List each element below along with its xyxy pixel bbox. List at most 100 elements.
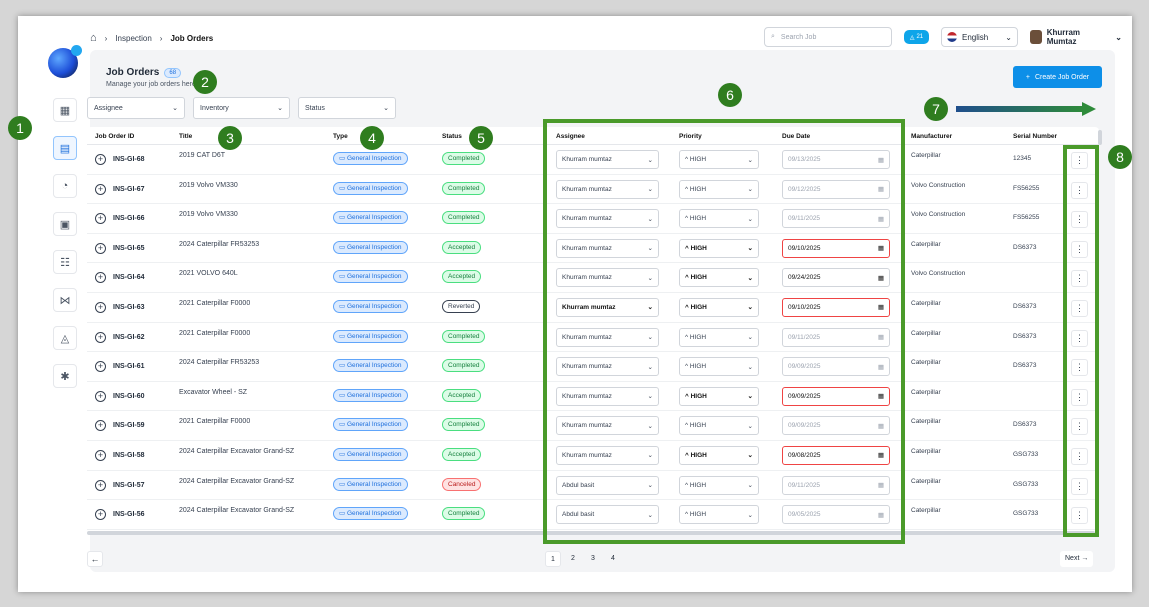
more-actions-icon[interactable]: ⋮: [1071, 270, 1088, 288]
job-order-id[interactable]: INS-GI-64: [113, 274, 145, 281]
table-row[interactable]: + INS-GI-67 2019 Volvo VM330 ▭ General I…: [87, 175, 1099, 205]
workflow-icon[interactable]: ⋈: [53, 288, 77, 312]
due-date-input[interactable]: 09/12/2025 ▦: [782, 179, 890, 199]
dashboard-icon[interactable]: ▦: [53, 98, 77, 122]
job-order-id[interactable]: INS-GI-63: [113, 304, 145, 311]
page-number[interactable]: 4: [605, 551, 621, 567]
expand-row-icon[interactable]: +: [95, 331, 106, 343]
assignee-select[interactable]: Khurram mumtaz ⌄: [556, 297, 659, 317]
assignee-select[interactable]: Khurram mumtaz ⌄: [556, 386, 659, 406]
priority-select[interactable]: ^ HIGH ⌄: [679, 268, 759, 288]
table-row[interactable]: + INS-GI-66 2019 Volvo VM330 ▭ General I…: [87, 204, 1099, 234]
bell-icon[interactable]: ◬: [53, 326, 77, 350]
col-manufacturer[interactable]: Manufacturer: [911, 133, 952, 140]
priority-select[interactable]: ^ HIGH ⌄: [679, 505, 759, 525]
search-input[interactable]: ⌕ Search Job: [764, 27, 892, 47]
more-actions-icon[interactable]: ⋮: [1071, 388, 1088, 406]
job-order-id[interactable]: INS-GI-59: [113, 422, 145, 429]
col-due-date[interactable]: Due Date: [782, 133, 810, 140]
page-number[interactable]: 1: [545, 551, 561, 567]
notification-button[interactable]: ◬ 21: [904, 30, 929, 44]
more-actions-icon[interactable]: ⋮: [1071, 152, 1088, 169]
priority-select[interactable]: ^ HIGH ⌄: [679, 150, 759, 169]
more-actions-icon[interactable]: ⋮: [1071, 299, 1088, 317]
expand-row-icon[interactable]: +: [95, 154, 106, 165]
user-menu[interactable]: Khurram Mumtaz ⌄: [1030, 27, 1122, 47]
expand-row-icon[interactable]: +: [95, 390, 106, 402]
assignee-select[interactable]: Khurram mumtaz ⌄: [556, 150, 659, 169]
priority-select[interactable]: ^ HIGH ⌄: [679, 386, 759, 406]
assignee-select[interactable]: Khurram mumtaz ⌄: [556, 327, 659, 347]
settings-icon[interactable]: ✱: [53, 364, 77, 388]
table-row[interactable]: + INS-GI-60 Excavator Wheel - SZ ▭ Gener…: [87, 382, 1099, 412]
priority-select[interactable]: ^ HIGH ⌄: [679, 445, 759, 465]
job-order-id[interactable]: INS-GI-61: [113, 363, 145, 370]
due-date-input[interactable]: 09/09/2025 ▦: [782, 416, 890, 436]
job-orders-icon[interactable]: ▤: [53, 136, 77, 160]
assignee-select[interactable]: Khurram mumtaz ⌄: [556, 209, 659, 229]
table-row[interactable]: + INS-GI-63 2021 Caterpillar F0000 ▭ Gen…: [87, 293, 1099, 323]
expand-row-icon[interactable]: +: [95, 479, 106, 491]
priority-select[interactable]: ^ HIGH ⌄: [679, 179, 759, 199]
due-date-input[interactable]: 09/13/2025 ▦: [782, 150, 890, 169]
hierarchy-icon[interactable]: ☷: [53, 250, 77, 274]
table-row[interactable]: + INS-GI-61 2024 Caterpillar FR53253 ▭ G…: [87, 352, 1099, 382]
horizontal-scrollbar[interactable]: [87, 531, 1095, 535]
more-actions-icon[interactable]: ⋮: [1071, 418, 1088, 436]
priority-select[interactable]: ^ HIGH ⌄: [679, 327, 759, 347]
vertical-scrollbar[interactable]: [1098, 130, 1102, 145]
page-number[interactable]: 2: [565, 551, 581, 567]
assignee-select[interactable]: Khurram mumtaz ⌄: [556, 357, 659, 377]
more-actions-icon[interactable]: ⋮: [1071, 507, 1088, 525]
job-order-id[interactable]: INS-GI-60: [113, 393, 145, 400]
col-assignee[interactable]: Assignee: [556, 133, 585, 140]
expand-row-icon[interactable]: +: [95, 449, 106, 461]
assignee-select[interactable]: Abdul basit ⌄: [556, 475, 659, 495]
table-row[interactable]: + INS-GI-62 2021 Caterpillar F0000 ▭ Gen…: [87, 323, 1099, 353]
breadcrumb-inspection[interactable]: Inspection: [115, 34, 151, 43]
more-actions-icon[interactable]: ⋮: [1071, 447, 1088, 465]
col-type[interactable]: Type: [333, 133, 348, 140]
table-row[interactable]: + INS-GI-68 2019 CAT D6T ▭ General Inspe…: [87, 145, 1099, 175]
more-actions-icon[interactable]: ⋮: [1071, 477, 1088, 495]
expand-row-icon[interactable]: +: [95, 301, 106, 313]
due-date-input[interactable]: 09/10/2025 ▦: [782, 297, 890, 317]
col-priority[interactable]: Priority: [679, 133, 702, 140]
due-date-input[interactable]: 09/24/2025 ▦: [782, 268, 890, 288]
job-order-id[interactable]: INS-GI-67: [113, 186, 145, 193]
job-order-id[interactable]: INS-GI-58: [113, 452, 145, 459]
col-job-order-id[interactable]: Job Order ID: [95, 133, 134, 140]
table-row[interactable]: + INS-GI-64 2021 VOLVO 640L ▭ General In…: [87, 263, 1099, 293]
due-date-input[interactable]: 09/11/2025 ▦: [782, 327, 890, 347]
job-order-id[interactable]: INS-GI-66: [113, 215, 145, 222]
priority-select[interactable]: ^ HIGH ⌄: [679, 238, 759, 258]
due-date-input[interactable]: 09/09/2025 ▦: [782, 386, 890, 406]
job-order-id[interactable]: INS-GI-68: [113, 156, 145, 163]
due-date-input[interactable]: 09/11/2025 ▦: [782, 475, 890, 495]
assignee-select[interactable]: Khurram mumtaz ⌄: [556, 268, 659, 288]
language-select[interactable]: English ⌄: [941, 27, 1018, 47]
table-row[interactable]: + INS-GI-58 2024 Caterpillar Excavator G…: [87, 441, 1099, 471]
table-row[interactable]: + INS-GI-57 2024 Caterpillar Excavator G…: [87, 471, 1099, 501]
expand-row-icon[interactable]: +: [95, 213, 106, 225]
table-row[interactable]: + INS-GI-65 2024 Caterpillar FR53253 ▭ G…: [87, 234, 1099, 264]
job-order-id[interactable]: INS-GI-56: [113, 511, 145, 518]
due-date-input[interactable]: 09/09/2025 ▦: [782, 357, 890, 377]
priority-select[interactable]: ^ HIGH ⌄: [679, 209, 759, 229]
create-job-order-button[interactable]: + Create Job Order: [1013, 66, 1102, 88]
table-row[interactable]: + INS-GI-56 2024 Caterpillar Excavator G…: [87, 500, 1099, 530]
more-actions-icon[interactable]: ⋮: [1071, 181, 1088, 199]
assignee-select[interactable]: Khurram mumtaz ⌄: [556, 238, 659, 258]
assignee-select[interactable]: Khurram mumtaz ⌄: [556, 179, 659, 199]
assignee-select[interactable]: Khurram mumtaz ⌄: [556, 445, 659, 465]
expand-row-icon[interactable]: +: [95, 361, 106, 373]
expand-row-icon[interactable]: +: [95, 183, 106, 195]
job-order-id[interactable]: INS-GI-65: [113, 245, 145, 252]
app-logo[interactable]: [48, 45, 82, 78]
assignee-select[interactable]: Khurram mumtaz ⌄: [556, 416, 659, 436]
page-number[interactable]: 3: [585, 551, 601, 567]
col-status[interactable]: Status: [442, 133, 462, 140]
expand-row-icon[interactable]: +: [95, 420, 106, 432]
status-filter[interactable]: Status ⌄: [298, 97, 396, 119]
clipboard-icon[interactable]: ▣: [53, 212, 77, 236]
